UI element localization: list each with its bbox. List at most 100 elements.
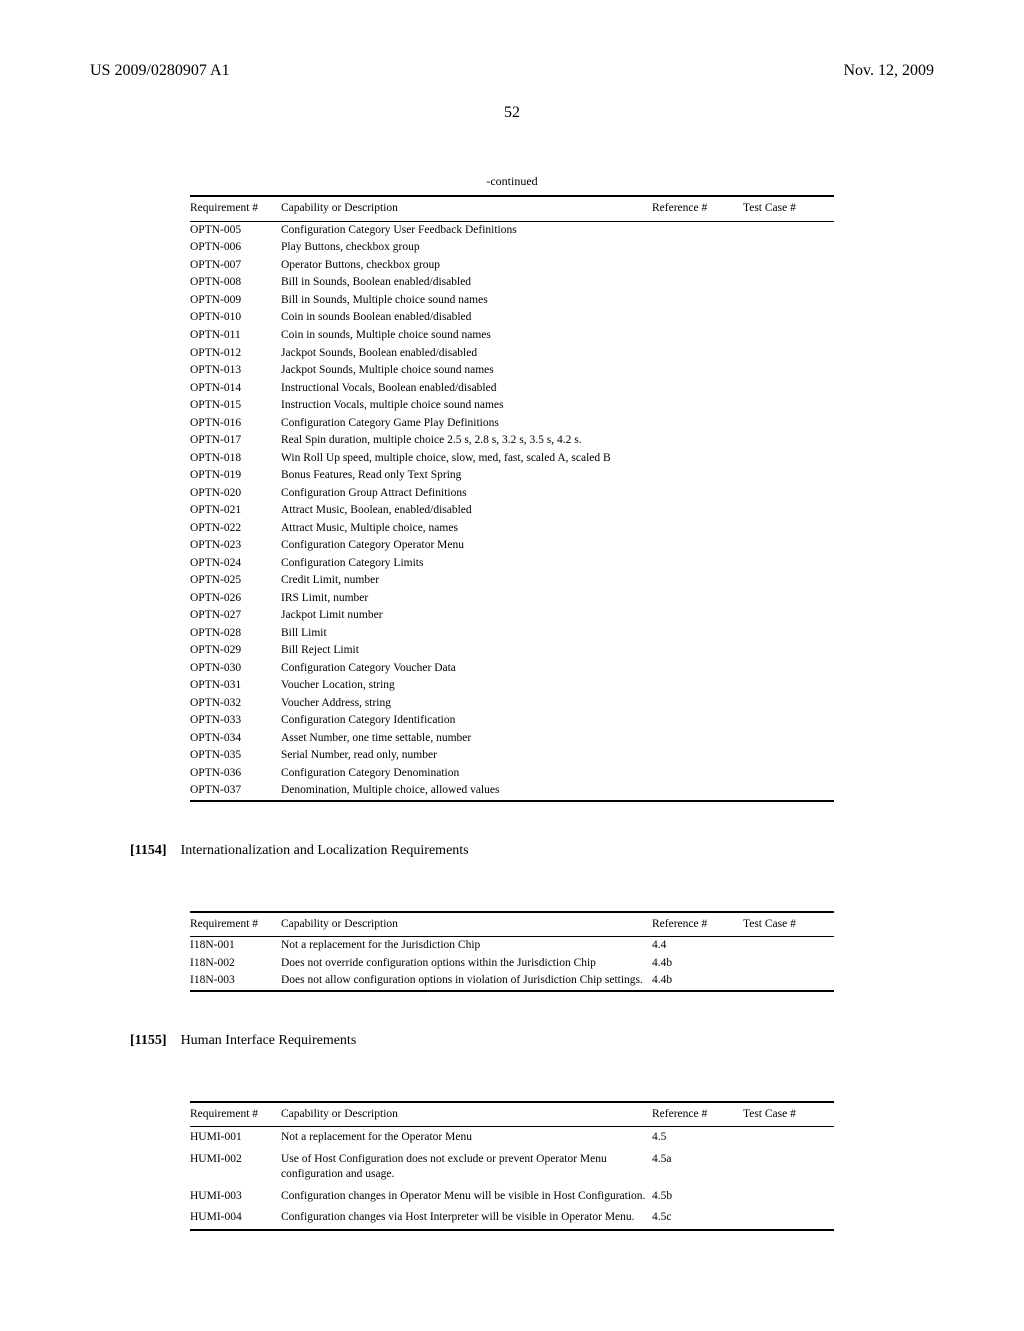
cell-ref: [652, 432, 743, 450]
cell-desc: Jackpot Limit number: [281, 607, 652, 625]
cell-desc: Coin in sounds Boolean enabled/disabled: [281, 309, 652, 327]
cell-tc: [743, 257, 834, 275]
cell-req: OPTN-007: [190, 257, 281, 275]
page-number: 52: [90, 102, 934, 124]
table-row: OPTN-017Real Spin duration, multiple cho…: [190, 432, 834, 450]
cell-req: OPTN-019: [190, 467, 281, 485]
cell-tc: [743, 345, 834, 363]
table-header-row: Requirement # Capability or Description …: [190, 196, 834, 221]
cell-ref: [652, 590, 743, 608]
table-row: I18N-002Does not override configuration …: [190, 955, 834, 973]
cell-desc: Configuration Category Voucher Data: [281, 660, 652, 678]
cell-req: OPTN-021: [190, 502, 281, 520]
cell-desc: Configuration changes via Host Interpret…: [281, 1207, 652, 1230]
cell-desc: Bill Limit: [281, 625, 652, 643]
table-row: OPTN-012Jackpot Sounds, Boolean enabled/…: [190, 345, 834, 363]
cell-req: OPTN-028: [190, 625, 281, 643]
table-row: I18N-003Does not allow configuration opt…: [190, 972, 834, 991]
cell-tc: [743, 590, 834, 608]
cell-req: HUMI-004: [190, 1207, 281, 1230]
cell-desc: Not a replacement for the Operator Menu: [281, 1127, 652, 1149]
cell-desc: Configuration Category Game Play Definit…: [281, 415, 652, 433]
cell-desc: Coin in sounds, Multiple choice sound na…: [281, 327, 652, 345]
cell-ref: 4.5a: [652, 1149, 743, 1186]
cell-ref: [652, 782, 743, 801]
cell-ref: [652, 537, 743, 555]
cell-tc: [743, 1207, 834, 1230]
cell-tc: [743, 660, 834, 678]
table-row: HUMI-001Not a replacement for the Operat…: [190, 1127, 834, 1149]
cell-tc: [743, 502, 834, 520]
cell-ref: 4.4: [652, 937, 743, 955]
table-row: OPTN-013Jackpot Sounds, Multiple choice …: [190, 362, 834, 380]
table-row: OPTN-032Voucher Address, string: [190, 695, 834, 713]
cell-desc: Attract Music, Multiple choice, names: [281, 520, 652, 538]
col-desc: Capability or Description: [281, 1102, 652, 1127]
table-row: OPTN-033Configuration Category Identific…: [190, 712, 834, 730]
table-caption: -continued: [190, 173, 834, 189]
cell-tc: [743, 520, 834, 538]
cell-tc: [743, 432, 834, 450]
col-tc: Test Case #: [743, 912, 834, 937]
cell-ref: [652, 747, 743, 765]
cell-desc: Bill in Sounds, Multiple choice sound na…: [281, 292, 652, 310]
requirements-table-1: Requirement # Capability or Description …: [190, 195, 834, 802]
cell-ref: [652, 695, 743, 713]
col-desc: Capability or Description: [281, 912, 652, 937]
table-row: OPTN-007Operator Buttons, checkbox group: [190, 257, 834, 275]
table-header-row: Requirement # Capability or Description …: [190, 1102, 834, 1127]
col-tc: Test Case #: [743, 196, 834, 221]
cell-tc: [743, 292, 834, 310]
cell-tc: [743, 625, 834, 643]
cell-ref: [652, 765, 743, 783]
cell-ref: [652, 485, 743, 503]
table-row: OPTN-035Serial Number, read only, number: [190, 747, 834, 765]
table-row: OPTN-026IRS Limit, number: [190, 590, 834, 608]
cell-ref: [652, 274, 743, 292]
table-row: OPTN-034Asset Number, one time settable,…: [190, 730, 834, 748]
cell-tc: [743, 972, 834, 991]
cell-desc: Asset Number, one time settable, number: [281, 730, 652, 748]
table-row: OPTN-006Play Buttons, checkbox group: [190, 239, 834, 257]
cell-req: OPTN-008: [190, 274, 281, 292]
cell-ref: [652, 309, 743, 327]
cell-desc: Credit Limit, number: [281, 572, 652, 590]
cell-req: OPTN-034: [190, 730, 281, 748]
table-row: OPTN-031Voucher Location, string: [190, 677, 834, 695]
cell-desc: Configuration Category User Feedback Def…: [281, 221, 652, 239]
cell-ref: [652, 327, 743, 345]
cell-req: OPTN-012: [190, 345, 281, 363]
table-row: OPTN-015Instruction Vocals, multiple cho…: [190, 397, 834, 415]
cell-desc: Real Spin duration, multiple choice 2.5 …: [281, 432, 652, 450]
cell-req: OPTN-032: [190, 695, 281, 713]
section-heading-humi: [1155] Human Interface Requirements: [130, 1032, 934, 1051]
cell-desc: Jackpot Sounds, Multiple choice sound na…: [281, 362, 652, 380]
cell-ref: [652, 660, 743, 678]
cell-ref: [652, 239, 743, 257]
cell-tc: [743, 221, 834, 239]
cell-ref: 4.5c: [652, 1207, 743, 1230]
cell-tc: [743, 415, 834, 433]
cell-ref: [652, 450, 743, 468]
table-row: OPTN-018Win Roll Up speed, multiple choi…: [190, 450, 834, 468]
table-row: HUMI-003Configuration changes in Operato…: [190, 1186, 834, 1208]
cell-req: I18N-001: [190, 937, 281, 955]
cell-desc: Operator Buttons, checkbox group: [281, 257, 652, 275]
cell-ref: 4.4b: [652, 955, 743, 973]
table-row: OPTN-025Credit Limit, number: [190, 572, 834, 590]
cell-req: OPTN-027: [190, 607, 281, 625]
col-desc: Capability or Description: [281, 196, 652, 221]
table-row: OPTN-023Configuration Category Operator …: [190, 537, 834, 555]
cell-tc: [743, 937, 834, 955]
cell-tc: [743, 572, 834, 590]
table-row: OPTN-009Bill in Sounds, Multiple choice …: [190, 292, 834, 310]
cell-desc: Configuration Category Denomination: [281, 765, 652, 783]
table-row: OPTN-024Configuration Category Limits: [190, 555, 834, 573]
cell-desc: Denomination, Multiple choice, allowed v…: [281, 782, 652, 801]
cell-tc: [743, 1127, 834, 1149]
table-i18n: Requirement # Capability or Description …: [190, 911, 834, 992]
cell-tc: [743, 537, 834, 555]
cell-req: OPTN-009: [190, 292, 281, 310]
cell-ref: [652, 625, 743, 643]
cell-req: OPTN-016: [190, 415, 281, 433]
